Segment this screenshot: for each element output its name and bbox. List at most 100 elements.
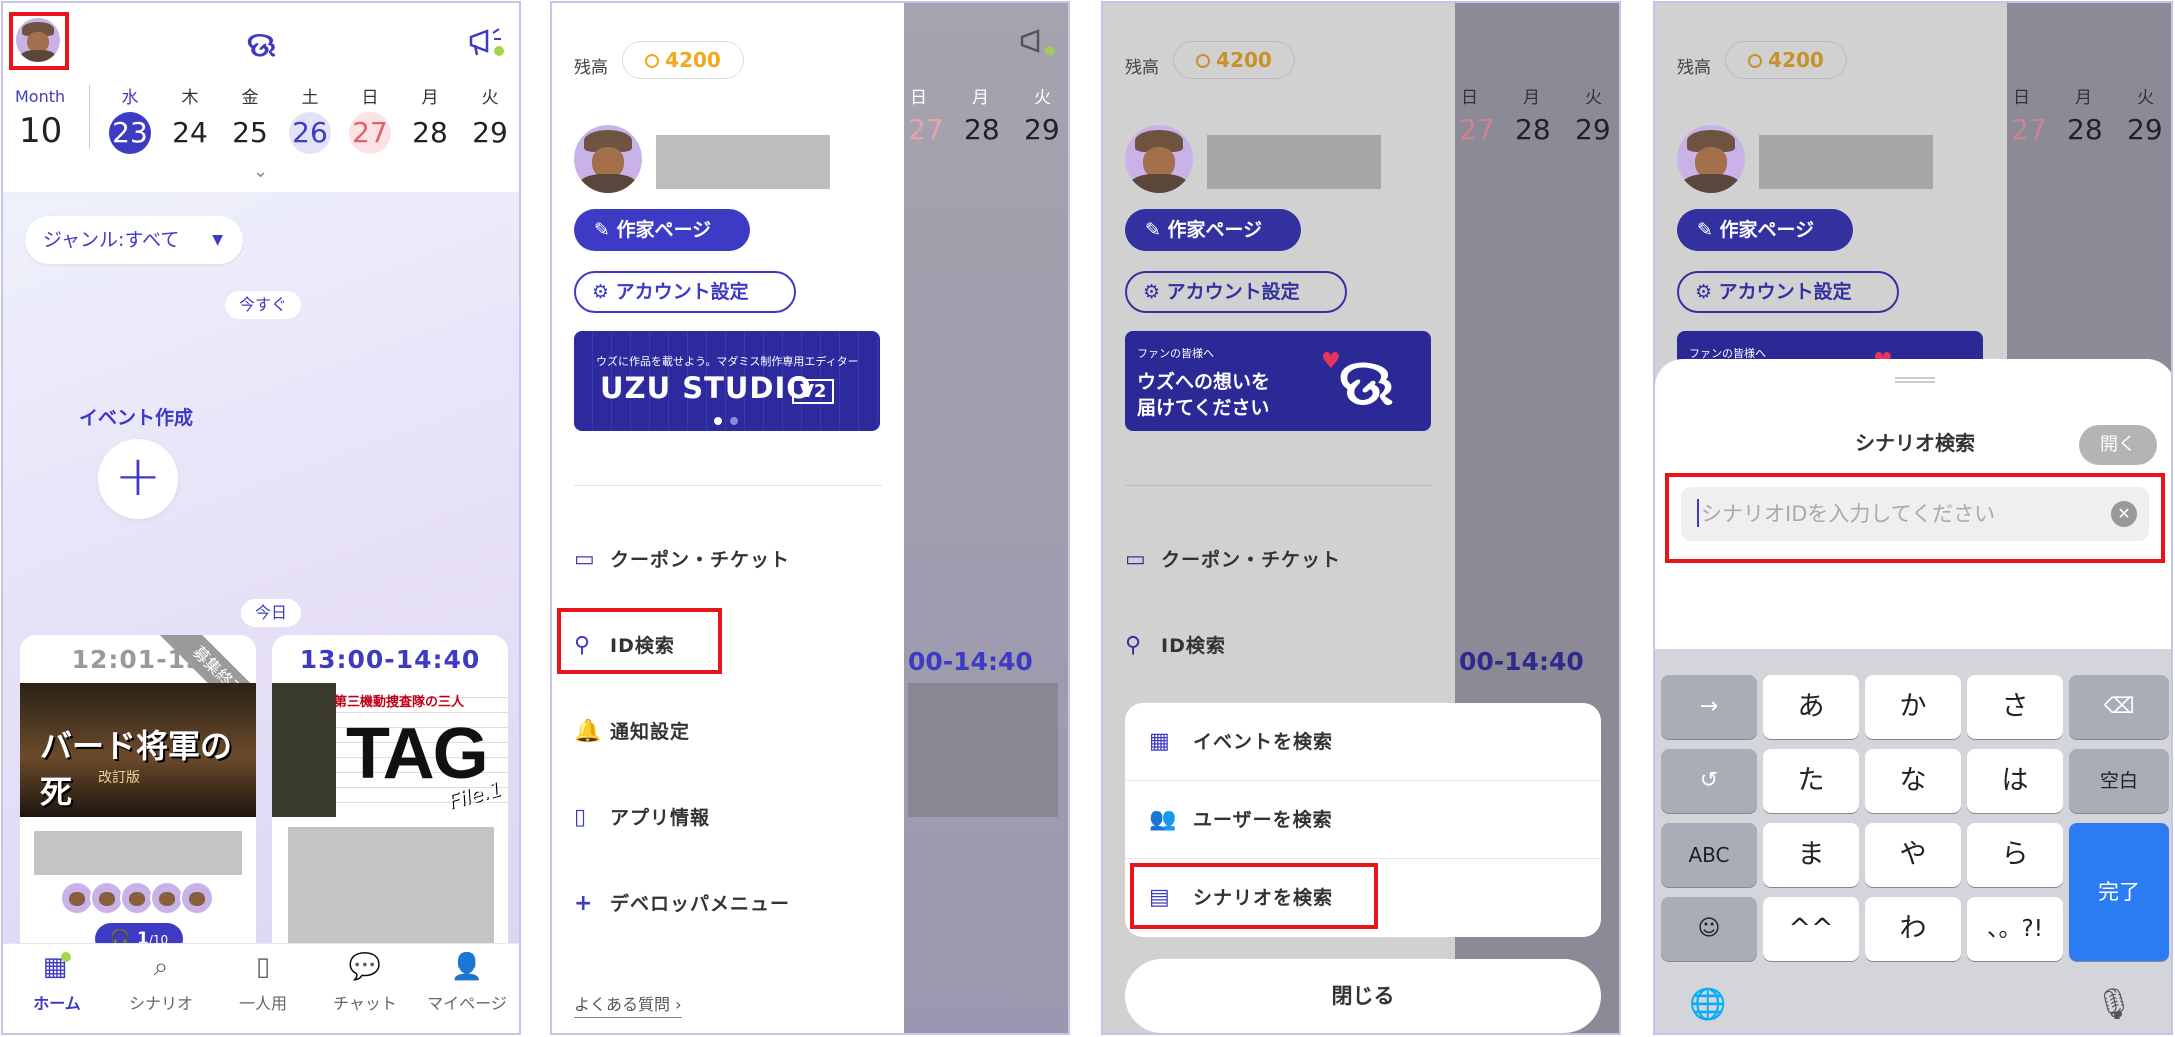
behind-day: 月 (1523, 88, 1540, 108)
balance-pill: 4200 (1725, 41, 1847, 79)
behind-day: 火 (2137, 88, 2154, 108)
calendar-day[interactable]: 木 24 (162, 83, 218, 154)
author-page-button: ✎ 作家ページ (1677, 209, 1853, 251)
key-backspace-icon[interactable]: ⌫ (2069, 675, 2169, 739)
carousel-dot (730, 417, 738, 425)
behind-day: 日 (1461, 88, 1478, 108)
menu-coupon-ticket: ▭ クーポン・チケット (1125, 545, 1341, 572)
balance-pill[interactable]: 4200 (622, 41, 744, 79)
day-of-week: 水 (121, 88, 139, 108)
day-of-week: 日 (361, 88, 379, 108)
megaphone-icon[interactable] (467, 25, 507, 59)
key-ya[interactable]: や (1865, 823, 1961, 887)
calendar-day[interactable]: 土 26 (282, 83, 338, 154)
event-create-plus-button[interactable]: + (98, 439, 178, 519)
behind-num: 28 (2067, 113, 2103, 146)
key-ra[interactable]: ら (1967, 823, 2063, 887)
key-na[interactable]: な (1865, 749, 1961, 813)
poster-title: バード将軍の死 (40, 727, 233, 811)
key-ka[interactable]: か (1865, 675, 1961, 739)
search-events-option[interactable]: ▦ イベントを検索 (1125, 703, 1601, 781)
gear-icon: ⚙ (592, 281, 616, 303)
avatar (1125, 125, 1193, 193)
key-ha[interactable]: は (1967, 749, 2063, 813)
globe-icon[interactable]: 🌐 (1689, 987, 1726, 1022)
expand-calendar-chevron-icon[interactable]: ⌄ (253, 161, 268, 182)
menu-label: クーポン・チケット (1161, 549, 1342, 571)
open-button[interactable]: 開く (2079, 425, 2157, 465)
section-today-label: 今日 (241, 599, 302, 627)
key-ma[interactable]: ま (1763, 823, 1859, 887)
users-icon: 👥 (1149, 807, 1178, 832)
faq-link[interactable]: よくある質問 › (574, 991, 682, 1018)
sheet-grabber-handle[interactable] (1895, 377, 1935, 383)
calendar-day[interactable]: 金 25 (222, 83, 278, 154)
calendar-day[interactable]: 水 23 (102, 83, 158, 154)
key-a[interactable]: あ (1763, 675, 1859, 739)
calendar-divider (89, 85, 90, 149)
menu-app-info[interactable]: ▯ アプリ情報 (574, 803, 710, 830)
gear-icon: ⚙ (1143, 281, 1167, 303)
uzu-logo-icon: ଊ (247, 25, 276, 65)
poster-title: TAG (346, 714, 489, 794)
close-button[interactable]: 閉じる (1125, 959, 1601, 1033)
day-number: 29 (472, 116, 508, 149)
nav-home[interactable]: ▦ ホーム (7, 952, 107, 1014)
day-of-week: 金 (241, 88, 259, 108)
home-screen: ଊ Month 10 水 23 木 24 金 25 土 26 日 27 月 28 (1, 1, 521, 1035)
nav-chat[interactable]: 💬 チャット (315, 952, 415, 1014)
key-emoji-icon[interactable]: ☺ (1661, 897, 1757, 961)
divider (574, 485, 882, 486)
day-number-selected: 23 (109, 112, 151, 154)
faq-label: よくある質問 (574, 995, 671, 1014)
key-done[interactable]: 完了 (2069, 823, 2169, 961)
nav-mypage[interactable]: 👤 マイページ (417, 952, 517, 1014)
genre-filter-button[interactable]: ジャンル:すべて ▼ (25, 216, 243, 264)
day-number: 24 (172, 116, 208, 149)
menu-notification-settings[interactable]: 🔔 通知設定 (574, 717, 690, 744)
menu-coupon-ticket[interactable]: ▭ クーポン・チケット (574, 545, 790, 572)
nav-solo[interactable]: ▯ 一人用 (213, 952, 313, 1014)
key-sa[interactable]: さ (1967, 675, 2063, 739)
microphone-icon[interactable]: 🎙 (2095, 987, 2133, 1022)
menu-label: 通知設定 (610, 721, 691, 743)
banner-caption: ファンの皆様へ (1137, 347, 1214, 360)
nav-scenario[interactable]: ⌕ シナリオ (111, 952, 211, 1014)
balance-label: 残高 (1125, 58, 1159, 78)
calendar-day[interactable]: 日 27 (342, 83, 398, 154)
event-card[interactable]: 13:00-14:40 第三機動捜査隊の三人 TAG File.1 (272, 635, 508, 965)
fans-banner: ファンの皆様へ ウズへの想いを 届けてください ଊ ♥ (1125, 331, 1431, 431)
calendar-day[interactable]: 火 29 (462, 83, 518, 154)
book-icon: ▯ (255, 952, 271, 982)
key-ta[interactable]: た (1763, 749, 1859, 813)
key-undo-icon[interactable]: ↺ (1661, 749, 1757, 813)
key-space[interactable]: 空白 (2069, 749, 2169, 813)
day-number-sunday: 27 (349, 112, 391, 154)
scenario-search-sheet: シナリオ検索 開く シナリオIDを入力してください ✕ (1655, 359, 2171, 649)
balance-label: 残高 (1677, 58, 1711, 78)
key-caret[interactable]: ^^ (1763, 897, 1859, 961)
coin-icon (1748, 54, 1763, 68)
menu-developer[interactable]: + デベロッパメニュー (574, 889, 790, 916)
key-next-arrow[interactable]: → (1661, 675, 1757, 739)
uzu-studio-banner[interactable]: ウズに作品を載せよう。マダミス制作専用エディター UZU STUDIO V2 (574, 331, 880, 431)
author-page-button[interactable]: ✎ 作家ページ (574, 209, 750, 251)
author-page-label: 作家ページ (1167, 219, 1263, 241)
pencil-icon: ✎ (1697, 219, 1720, 241)
pencil-icon: ✎ (594, 219, 617, 241)
search-users-option[interactable]: 👥 ユーザーを検索 (1125, 781, 1601, 859)
event-card[interactable]: 12:01-13 募集終了 バード将軍の死 改訂版 🎧 1/10 (20, 635, 256, 965)
avatar[interactable] (574, 125, 642, 193)
day-of-week: 月 (421, 88, 439, 108)
poster-subtitle: 改訂版 (98, 770, 140, 786)
banner-title: UZU STUDIO (600, 371, 812, 405)
key-abc[interactable]: ABC (1661, 823, 1757, 887)
author-page-label: 作家ページ (1719, 219, 1815, 241)
account-settings-button[interactable]: ⚙ アカウント設定 (574, 271, 796, 313)
key-punctuation[interactable]: 、。?! (1967, 897, 2063, 961)
day-number-saturday: 26 (289, 112, 331, 154)
key-wa[interactable]: わ (1865, 897, 1961, 961)
menu-label: クーポン・チケット (610, 549, 791, 571)
balance-value: 4200 (665, 48, 721, 72)
calendar-day[interactable]: 月 28 (402, 83, 458, 154)
